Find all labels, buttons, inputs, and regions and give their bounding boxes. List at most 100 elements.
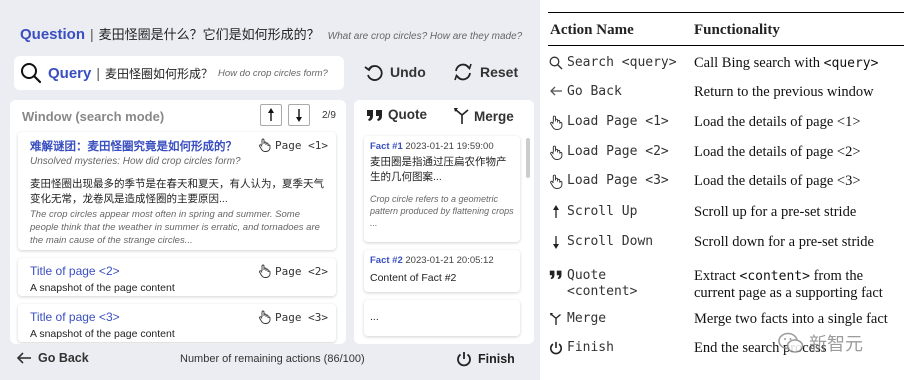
fact-header: Fact #2 2023-01-21 20:05:12	[370, 255, 514, 266]
functionality-text: Load the details of page <2>	[694, 144, 861, 160]
merge-button[interactable]: Merge	[454, 107, 514, 125]
action-name-cell: Load Page <1>	[548, 114, 669, 130]
functionality-cell: Call Bing search with <query>	[694, 55, 878, 72]
search-window: Window (search mode) 2/9 难解谜团：麦田怪圈究竟是如何形…	[10, 100, 346, 344]
fact-id: Fact #1	[370, 141, 403, 152]
functionality-segment: Load the details of page <2>	[694, 144, 861, 160]
fact-content: Content of Fact #2	[370, 272, 457, 284]
facts-scrollbar[interactable]	[526, 138, 530, 178]
table-row: Search <query> Call Bing search with <que…	[548, 55, 904, 83]
hand-pointer-icon	[258, 138, 271, 152]
action-name: Load Page <3>	[567, 173, 669, 188]
action-name-cell: Finish	[548, 340, 614, 355]
table-row: Quote <content> Extract <content> from the…	[548, 268, 904, 301]
action-name-cell: Load Page <2>	[548, 144, 669, 160]
functionality-cell: Load the details of page <1>	[694, 114, 861, 130]
reset-label: Reset	[480, 64, 519, 80]
question-row: Question | 麦田怪圈是什么？它们是如何形成的？ What are cr…	[20, 24, 535, 44]
question-label: Question	[20, 26, 86, 43]
functionality-cell: Merge two facts into a single fact	[694, 311, 888, 327]
functionality-segment: from the	[809, 268, 864, 284]
result-card-2: Title of page <2> Page <2> A snapshot of…	[18, 258, 336, 296]
scroll-up-button[interactable]	[260, 104, 282, 126]
functionality-param: <query>	[823, 56, 879, 71]
finish-button[interactable]: Finish	[456, 351, 515, 367]
action-name: Load Page <1>	[567, 114, 669, 129]
result-snapshot: A snapshot of the page content	[30, 328, 175, 340]
functionality-text: Merge two facts into a single fact	[694, 311, 888, 327]
load-page-1-button[interactable]: Page <1>	[258, 138, 328, 152]
table-row: Load Page <1> Load the details of page <1…	[548, 114, 904, 142]
go-back-button[interactable]: Go Back	[16, 351, 89, 365]
result-subtitle: Unsolved mysteries: How did crop circles…	[30, 156, 241, 167]
reset-button[interactable]: Reset	[452, 60, 518, 84]
load-page-2-button[interactable]: Page <2>	[258, 264, 328, 278]
fact-card-1: Fact #1 2023-01-21 19:59:00 麦田圈是指通过压扁农作物…	[364, 136, 520, 242]
watermark: 新智元	[778, 330, 863, 356]
power-icon	[548, 341, 564, 355]
fact-card-more: ...	[364, 300, 520, 336]
action-name-cell: Go Back	[548, 84, 622, 99]
functionality-cell: Scroll down for a pre-set stride	[694, 234, 874, 250]
arrow-up-icon	[266, 108, 276, 122]
merge-label: Merge	[474, 108, 514, 124]
wechat-logo-icon	[778, 332, 804, 354]
result-snippet-zh: 麦田怪圈出现最多的季节是在春天和夏天，有人认为，夏季天气变化无常，龙卷风是造成怪…	[30, 178, 324, 205]
hand-pointer-icon	[548, 174, 564, 189]
fact-content-zh: 麦田圈是指通过压扁农作物产生的几何图案...	[370, 156, 507, 183]
functionality-cell: Return to the previous window	[694, 84, 874, 100]
search-icon	[20, 62, 42, 84]
window-title: Window (search mode)	[22, 109, 165, 124]
go-back-label: Go Back	[38, 351, 89, 365]
table-row: Scroll Down Scroll down for a pre-set str…	[548, 234, 904, 262]
quote-icon	[366, 108, 384, 122]
power-icon	[456, 351, 472, 367]
finish-label: Finish	[478, 352, 515, 366]
functionality-text: Call Bing search with <query>	[694, 55, 878, 72]
table-row: Load Page <3> Load the details of page <3…	[548, 173, 904, 201]
table-header-rule	[548, 45, 904, 46]
functionality-text: Scroll down for a pre-set stride	[694, 234, 874, 250]
table-header-functionality: Functionality	[694, 22, 780, 38]
arrow-down-icon	[294, 108, 304, 122]
functionality-text: Return to the previous window	[694, 84, 874, 100]
functionality-text: Load the details of page <1>	[694, 114, 861, 130]
question-text-en: What are crop circles? How are they made…	[327, 31, 523, 42]
hand-pointer-icon	[548, 145, 564, 160]
functionality-text: Extract <content> from the	[694, 268, 883, 285]
query-text-en: How do crop circles form?	[218, 67, 328, 79]
question-text-zh: 麦田怪圈是什么？它们是如何形成的？	[98, 27, 320, 42]
fact-header: Fact #1 2023-01-21 19:59:00	[370, 141, 514, 152]
functionality-segment: Extract	[694, 268, 740, 284]
functionality-segment: Return to the previous window	[694, 84, 874, 100]
fact-more-ellipsis: ...	[370, 311, 379, 323]
scroll-down-button[interactable]	[288, 104, 310, 126]
undo-button[interactable]: Undo	[364, 60, 426, 84]
search-icon	[548, 56, 564, 70]
action-name: Finish	[567, 340, 614, 355]
action-argument: <content>	[567, 284, 638, 299]
arrow-up-icon	[548, 205, 564, 219]
hand-pointer-icon	[258, 310, 271, 324]
undo-icon	[364, 62, 384, 82]
action-name: Quote	[567, 268, 607, 283]
quote-button[interactable]: Quote	[366, 107, 427, 122]
query-text-zh[interactable]: 麦田怪圈如何形成？	[105, 65, 213, 82]
query-box[interactable]: Query | 麦田怪圈如何形成？ How do crop circles fo…	[14, 56, 344, 90]
result-card-3: Title of page <3> Page <3> A snapshot of…	[18, 304, 336, 342]
bottom-bar: Go Back Number of remaining actions (86/…	[0, 348, 540, 372]
functionality-cell: Scroll up for a pre-set stride	[694, 204, 856, 220]
action-name: Scroll Down	[567, 234, 654, 249]
action-name-cell: Quote <content>	[548, 268, 637, 300]
load-page-3-button[interactable]: Page <3>	[258, 310, 328, 324]
table-row: Go Back Return to the previous window	[548, 84, 904, 112]
fact-card-2: Fact #2 2023-01-21 20:05:12 Content of F…	[364, 250, 520, 292]
fact-id: Fact #2	[370, 255, 403, 266]
query-label: Query	[48, 64, 92, 82]
table-header-action: Action Name	[550, 22, 634, 38]
remaining-actions: Number of remaining actions (86/100)	[180, 353, 365, 365]
query-separator: |	[96, 65, 100, 81]
functionality-text: Load the details of page <3>	[694, 173, 861, 189]
webglm-ui-panel: Question | 麦田怪圈是什么？它们是如何形成的？ What are cr…	[0, 0, 540, 380]
facts-panel: Quote Merge Fact #1 2023-01-21 19:59:00 …	[354, 100, 534, 344]
